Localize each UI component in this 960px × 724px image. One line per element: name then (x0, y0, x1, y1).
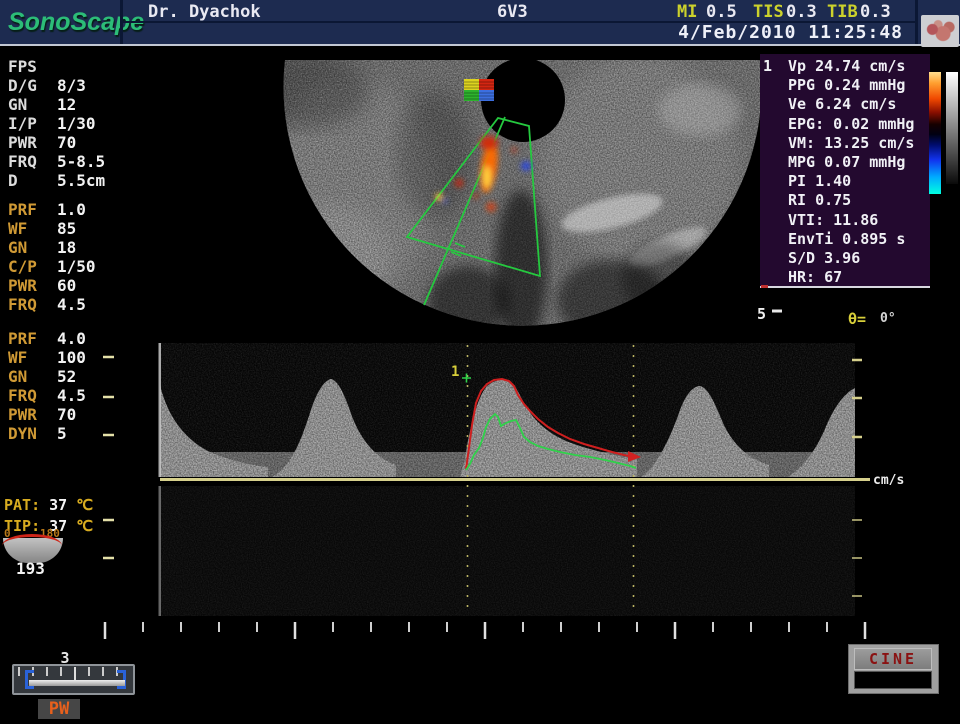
param-row: WF100 (8, 348, 86, 367)
param-row: FPS (8, 57, 57, 76)
sweep-center-tick (74, 667, 76, 680)
param-row: GN18 (8, 238, 76, 257)
divider (760, 286, 930, 288)
orientation-marker-icon (464, 79, 494, 101)
measurement-row: PPG 0.24 mmHg (788, 76, 930, 95)
param-row: PWR60 (8, 276, 76, 295)
param-row: DYN5 (8, 424, 67, 443)
divider (0, 44, 960, 46)
measurement-row: PI 1.40 (788, 172, 930, 191)
frame-counter: 193 (16, 559, 45, 578)
top-bar: SonoScape Dr. Dyachok 6V3 MI 0.5 TIS 0.3… (0, 0, 960, 44)
depth-marker-label: 5 (757, 305, 766, 323)
measurement-row: Ve 6.24 cm/s (788, 95, 930, 114)
measurement-index: 1 (763, 57, 772, 75)
measurement-row: EnvTi 0.895 s (788, 230, 930, 249)
divider (761, 285, 768, 288)
measurement-row: EPG: 0.02 mmHg (788, 115, 930, 134)
mi-value: 0.5 (706, 2, 737, 22)
patient-thumbnail[interactable] (921, 15, 959, 47)
param-row: FRQ4.5 (8, 386, 86, 405)
param-row: D5.5cm (8, 171, 105, 190)
measurement-row: HR: 67 (788, 268, 930, 287)
param-row: FRQ4.5 (8, 295, 86, 314)
ultrasound-screen: { "header": { "logo": "SonoScape", "doct… (0, 0, 960, 720)
tib-value: 0.3 (860, 2, 891, 22)
tis-value: 0.3 (786, 2, 817, 22)
datetime: 4/Feb/2010 11:25:48 (400, 22, 903, 44)
patient-temperature: PAT: 37 ℃ (4, 496, 93, 514)
measurement-row: Vp 24.74 cm/s (788, 57, 930, 76)
param-row: WF85 (8, 219, 76, 238)
doctor-name: Dr. Dyachok (148, 2, 261, 22)
tis-label: TIS (753, 2, 784, 22)
sweep-progress-bar[interactable] (12, 664, 135, 695)
pw-mode-label[interactable]: PW (38, 699, 80, 719)
measurement-row: VTI: 11.86 (788, 211, 930, 230)
spectral-baseline (160, 478, 870, 481)
param-row: PWR70 (8, 405, 76, 424)
measurement-row: MPG 0.07 mmHg (788, 153, 930, 172)
param-row: C/P1/50 (8, 257, 96, 276)
tib-label: TIB (827, 2, 858, 22)
angle-label: θ= (848, 310, 866, 328)
left-scale-ticks (103, 357, 114, 558)
sweep-thumb[interactable] (29, 680, 125, 686)
color-doppler-colorbar (929, 72, 941, 194)
measurement-row: RI 0.75 (788, 191, 930, 210)
param-row: PWR70 (8, 133, 76, 152)
param-row: D/G8/3 (8, 76, 86, 95)
grayscale-colorbar (946, 72, 958, 184)
spectrum-caliper-label: 1 (451, 364, 459, 380)
angle-value: 0° (880, 311, 896, 326)
param-row: FRQ5-8.5 (8, 152, 105, 171)
b-mode-fan (230, 52, 762, 346)
measurement-row: VM: 13.25 cm/s (788, 134, 930, 153)
cine-button-display (854, 671, 932, 689)
probe-name: 6V3 (497, 2, 528, 22)
mi-label: MI (677, 2, 697, 22)
param-row: GN12 (8, 95, 76, 114)
velocity-unit-label: cm/s (873, 473, 904, 488)
param-row: I/P1/30 (8, 114, 96, 133)
cine-button[interactable]: CINE (848, 644, 939, 694)
param-row: GN52 (8, 367, 76, 386)
measurement-row: S/D 3.96 (788, 249, 930, 268)
param-row: PRF1.0 (8, 200, 86, 219)
param-row: PRF4.0 (8, 329, 86, 348)
divider (915, 0, 918, 44)
spectral-display (103, 343, 870, 639)
cine-button-label[interactable]: CINE (854, 648, 932, 670)
